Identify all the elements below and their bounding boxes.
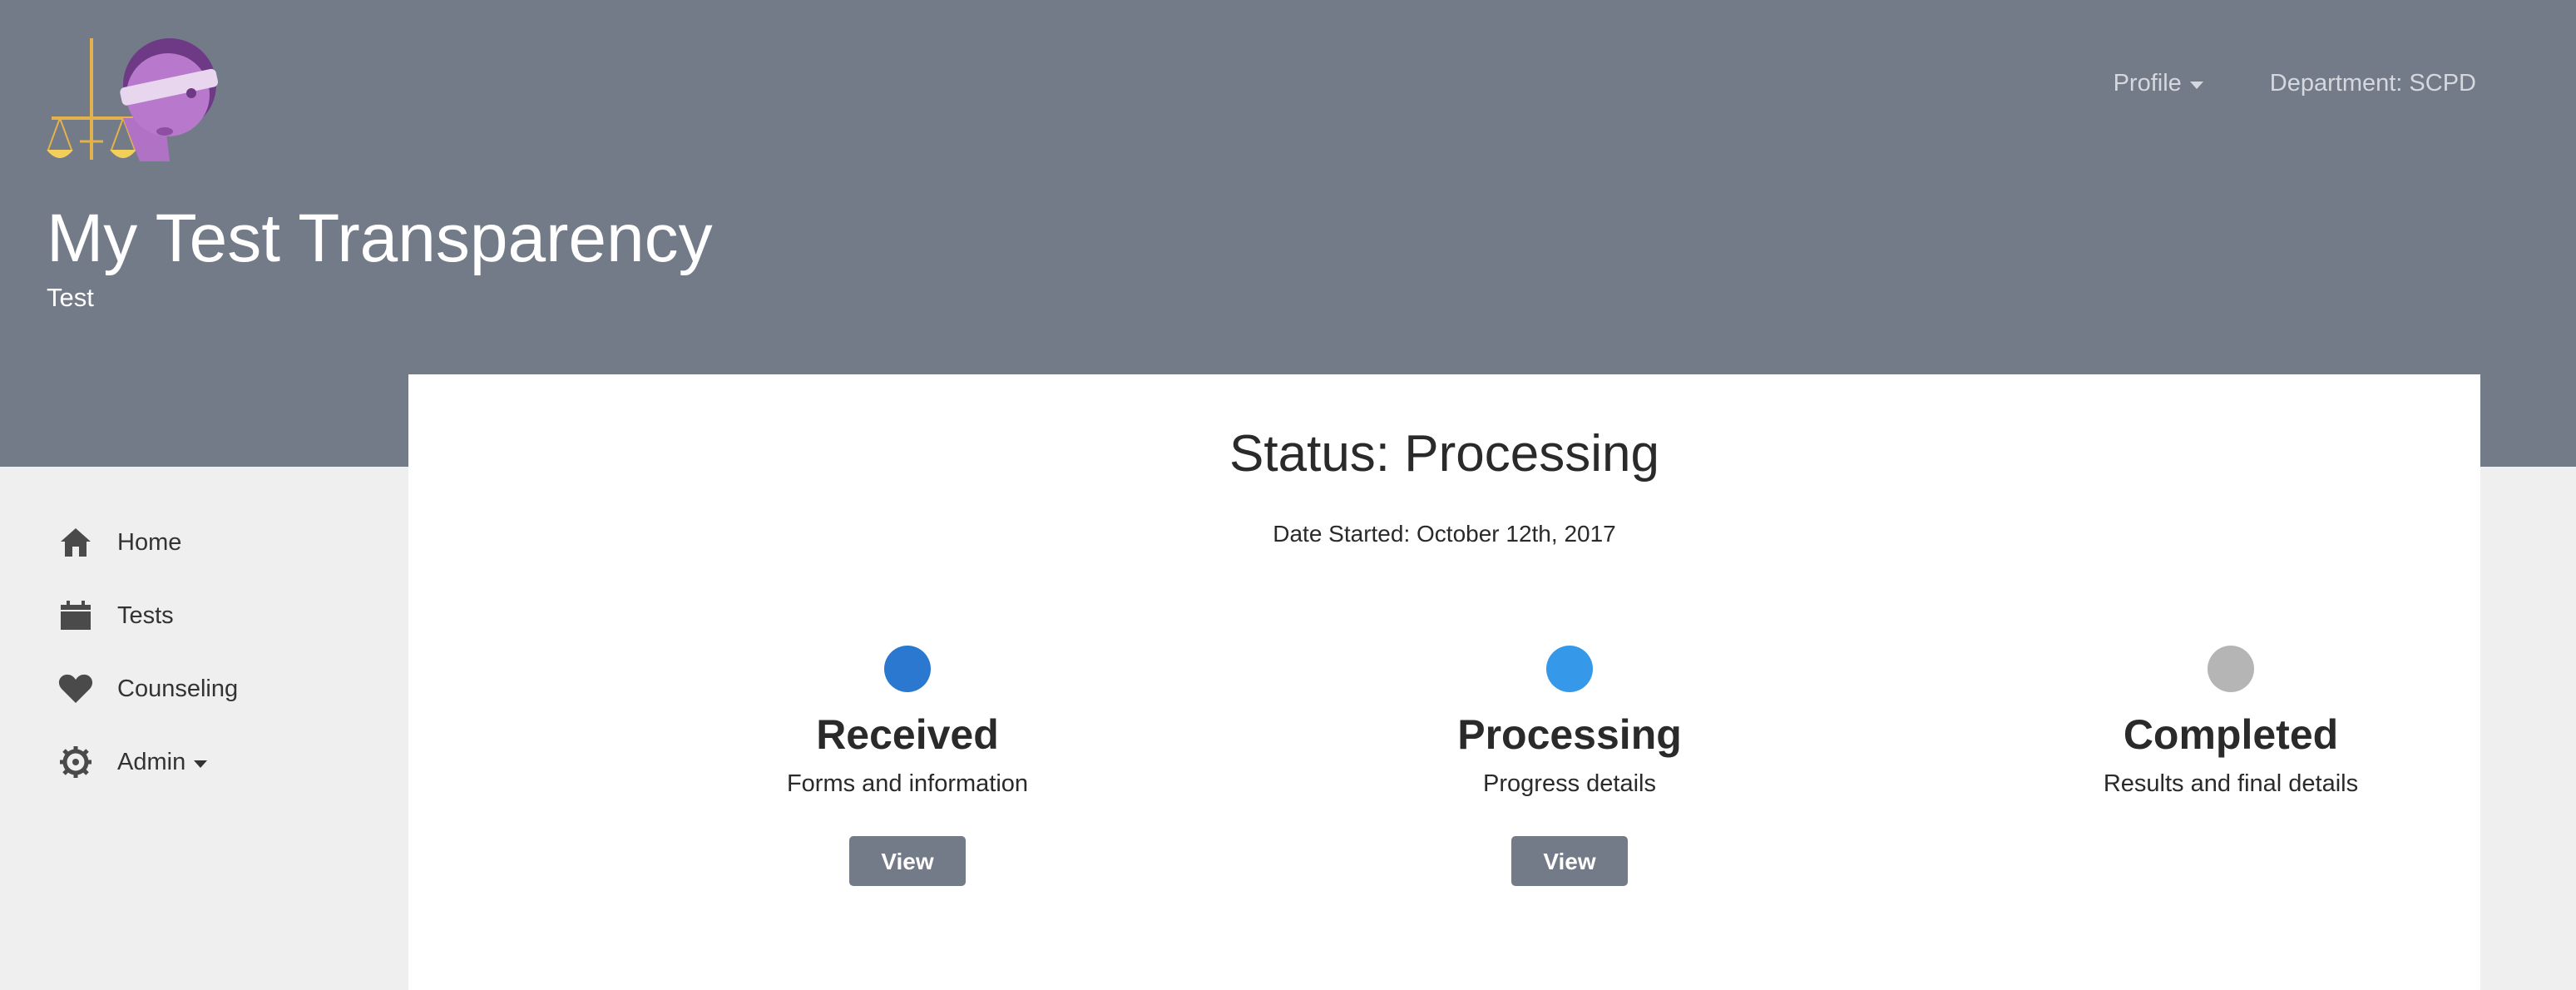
status-dot-icon	[1546, 646, 1593, 692]
view-processing-button[interactable]: View	[1511, 836, 1628, 886]
stage-name: Processing	[1457, 711, 1682, 758]
calendar-icon	[58, 598, 93, 633]
sidebar-item-label: Tests	[117, 601, 174, 629]
status-dot-icon	[884, 646, 931, 692]
status-title: Status: Processing	[1229, 425, 1659, 483]
stage-received: Received Forms and information View	[658, 646, 1157, 886]
date-started: Date Started: October 12th, 2017	[1273, 521, 1616, 547]
home-icon	[58, 525, 93, 560]
stage-completed: Completed Results and final details	[1981, 646, 2480, 798]
sidebar-item-counseling[interactable]: Counseling	[58, 671, 238, 706]
chevron-down-icon	[2189, 82, 2203, 89]
stage-name: Received	[816, 711, 999, 758]
stage-processing: Processing Progress details View	[1320, 646, 1819, 886]
stage-description: Progress details	[1483, 770, 1656, 797]
status-dot-icon	[2208, 646, 2254, 692]
stage-description: Results and final details	[2103, 770, 2359, 797]
stage-description: Forms and information	[786, 770, 1029, 797]
sidebar-item-home[interactable]: Home	[58, 525, 181, 560]
sidebar-item-admin[interactable]: Admin	[58, 745, 208, 780]
profile-dropdown[interactable]: Profile	[2114, 70, 2203, 97]
status-panel: Status: Processing Date Started: October…	[408, 374, 2480, 990]
sidebar-item-label: Admin	[117, 748, 186, 775]
justice-logo	[47, 38, 219, 161]
chevron-down-icon	[194, 760, 208, 768]
stage-name: Completed	[2123, 711, 2339, 758]
sidebar-item-label: Counseling	[117, 675, 239, 702]
view-received-button[interactable]: View	[849, 836, 966, 886]
gear-icon	[58, 745, 93, 780]
sidebar-item-label: Home	[117, 528, 182, 556]
profile-label: Profile	[2113, 70, 2182, 97]
department-label: Department: SCPD	[2269, 70, 2476, 97]
heart-icon	[58, 671, 93, 706]
sidebar-item-tests[interactable]: Tests	[58, 598, 174, 633]
page-title: My Test Transparency	[47, 200, 713, 276]
department-link[interactable]: Department: SCPD	[2270, 70, 2476, 97]
page-subtitle: Test	[47, 283, 94, 312]
